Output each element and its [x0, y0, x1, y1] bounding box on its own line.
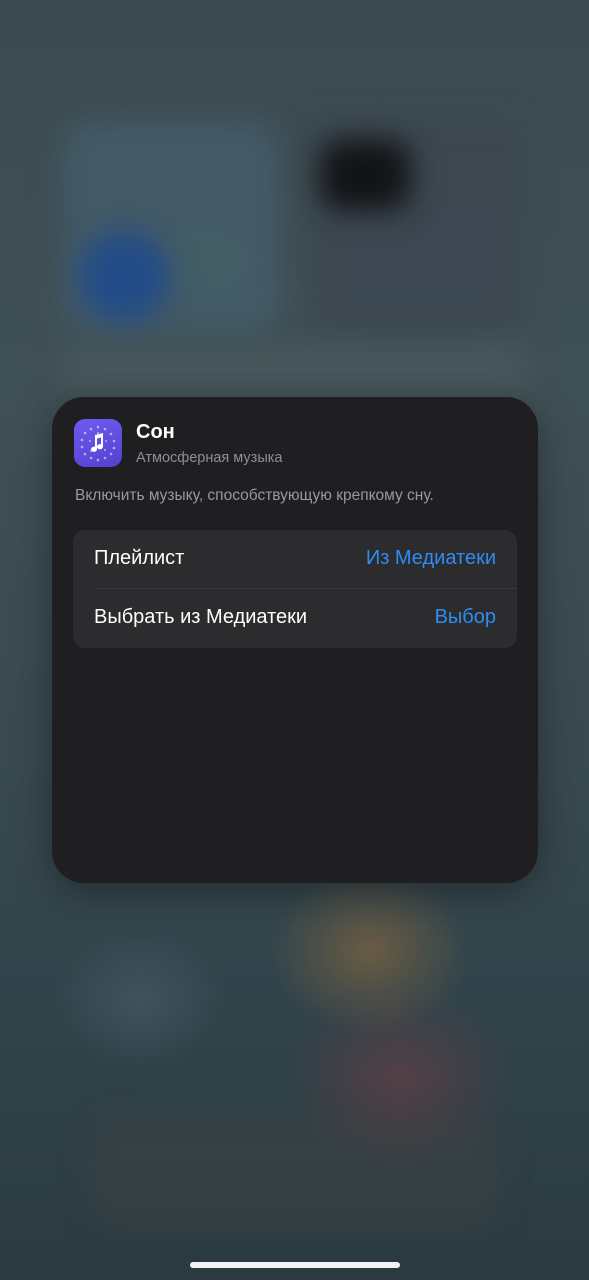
playlist-label: Плейлист [94, 547, 185, 569]
blurred-album-art [320, 140, 410, 210]
choose-button[interactable]: Выбор [435, 606, 496, 629]
home-screen-background: Сон Атмосферная музыка Включить музыку, … [0, 0, 589, 1280]
shortcut-title: Сон [136, 421, 175, 443]
shortcut-subtitle: Атмосферная музыка [136, 450, 283, 466]
shortcut-card: Сон Атмосферная музыка Включить музыку, … [52, 397, 538, 883]
playlist-row[interactable]: Плейлист Из Медиатеки [73, 530, 517, 589]
choose-from-library-label: Выбрать из Медиатеки [94, 606, 308, 628]
home-indicator[interactable] [190, 1262, 400, 1268]
blurred-dock [90, 1120, 500, 1230]
blurred-app-icon [78, 232, 170, 322]
shortcut-description: Включить музыку, способствующую крепкому… [75, 487, 434, 504]
options-list: Плейлист Из Медиатеки Выбрать из Медиате… [73, 530, 517, 648]
playlist-value-button[interactable]: Из Медиатеки [366, 547, 496, 570]
choose-from-library-row[interactable]: Выбрать из Медиатеки Выбор [73, 589, 517, 648]
blurred-app-row [60, 345, 530, 395]
music-note-icon [74, 419, 122, 467]
